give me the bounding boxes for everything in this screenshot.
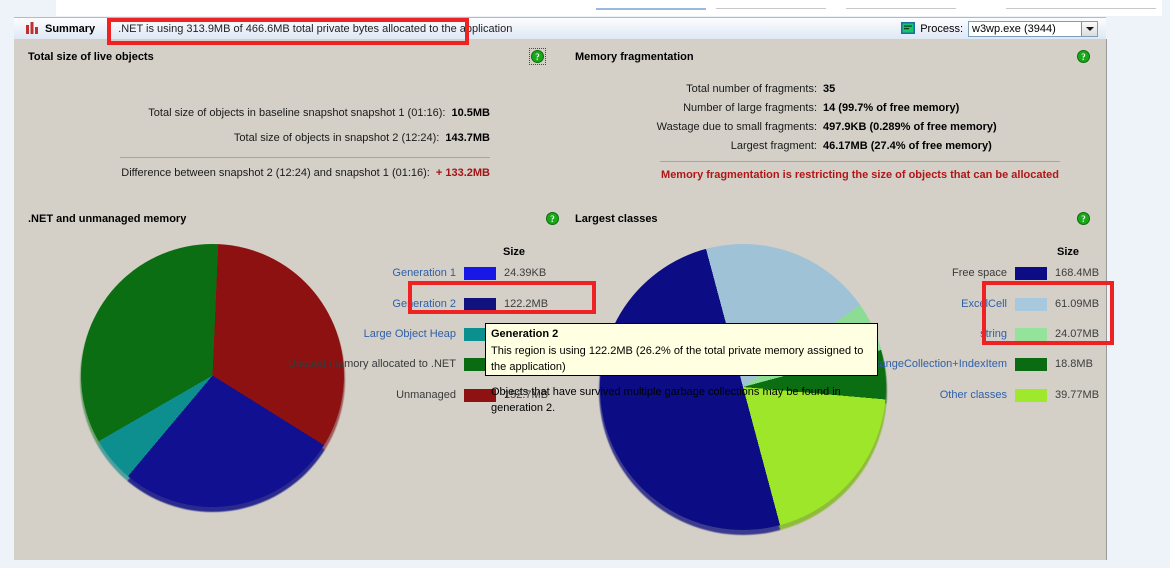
summary-content-panel: Total size of live objects Total size of… [14, 39, 1107, 560]
legend-label: Generation 1 [392, 267, 456, 279]
fragmentation-warning: Memory fragmentation is restricting the … [661, 169, 1059, 181]
frag-val-wastage: 497.9KB (0.289% of free memory) [823, 121, 997, 133]
tooltip-line-3: Objects that have survived multiple garb… [491, 385, 841, 414]
generation-2-tooltip: Generation 2 This region is using 122.2M… [485, 323, 878, 414]
frag-val-large-fragments: 14 (99.7% of free memory) [823, 102, 959, 114]
stat-value: 14 (99.7% of free memory) [823, 102, 960, 114]
stat-row-snapshot-2: Total size of objects in snapshot 2 (12:… [14, 132, 490, 144]
legend-label: Generation 2 [392, 298, 456, 310]
toolbar-item-selected[interactable] [596, 0, 706, 10]
legend-value: 61.09MB [1055, 298, 1100, 310]
help-icon-fragmentation-right[interactable]: ? [1077, 50, 1090, 63]
tooltip-line-2: This region is using 122.2MB (26.2% of t… [491, 344, 864, 373]
panel-title-live-objects: Total size of live objects [28, 51, 154, 63]
memory-profiler-summary-window: Summary .NET is using 313.9MB of 466.6MB… [0, 0, 1170, 568]
process-label: Process: [920, 23, 963, 35]
frag-row-total-fragments: Total number of fragments: [574, 83, 817, 95]
legend-label: Large Object Heap [363, 328, 456, 340]
frag-val-largest-fragment: 46.17MB (27.4% of free memory) [823, 140, 992, 152]
legend-swatch [1015, 388, 1047, 402]
process-dropdown[interactable]: w3wp.exe (3944) [968, 21, 1098, 37]
help-icon-dotnet-memory[interactable]: ? [546, 212, 559, 225]
live-objects-divider [120, 157, 490, 158]
legend-swatch [1015, 297, 1047, 311]
help-icon-largest-classes[interactable]: ? [1077, 212, 1090, 225]
panel-title-memory-fragmentation: Memory fragmentation [575, 51, 694, 63]
legend-value: 168.4MB [1055, 267, 1100, 279]
legend-item-excelcell[interactable]: ExcelCell 61.09MB [879, 297, 1109, 311]
summary-bar: Summary .NET is using 313.9MB of 466.6MB… [14, 17, 1106, 41]
summary-tab-label[interactable]: Summary [45, 23, 95, 35]
stat-value: 35 [823, 83, 836, 95]
frag-row-large-fragments: Number of large fragments: [574, 102, 817, 114]
dotnet-memory-pie-chart[interactable] [81, 244, 344, 507]
legend-label: string [980, 328, 1007, 340]
stat-label: Total number of fragments: [686, 83, 817, 95]
stat-label: Total size of objects in snapshot 2 (12:… [233, 132, 440, 144]
chevron-down-icon[interactable] [1081, 22, 1097, 36]
stat-label: Difference between snapshot 2 (12:24) an… [121, 167, 430, 179]
process-dropdown-value: w3wp.exe (3944) [972, 23, 1056, 35]
legend-value: 24.07MB [1055, 328, 1100, 340]
summary-status-text: .NET is using 313.9MB of 466.6MB total p… [118, 23, 513, 35]
legend-size-header: Size [503, 246, 526, 258]
summary-chart-icon [26, 21, 39, 37]
toolbar-item-2[interactable] [716, 0, 826, 9]
frag-row-wastage: Wastage due to small fragments: [574, 121, 817, 133]
frag-val-total-fragments: 35 [823, 83, 835, 95]
legend-swatch [464, 297, 496, 311]
legend-label: Unmanaged [396, 389, 456, 401]
stat-label: Largest fragment: [730, 140, 817, 152]
legend-item-generation-2[interactable]: Generation 2 122.2MB [328, 297, 558, 311]
legend-label: ExcelCell [961, 298, 1007, 310]
legend-label: Other classes [939, 389, 1007, 401]
svg-text:?: ? [535, 52, 540, 62]
top-toolbar-strip [56, 0, 1162, 16]
panel-title-dotnet-memory: .NET and unmanaged memory [28, 213, 187, 225]
legend-value: 24.39KB [504, 267, 547, 279]
legend-swatch [1015, 357, 1047, 371]
fragmentation-divider [660, 161, 1060, 162]
help-icon-memory-fragmentation[interactable]: ? [529, 48, 546, 65]
stat-value: 46.17MB (27.4% of free memory) [823, 140, 992, 152]
legend-label: Unused memory allocated to .NET [287, 358, 456, 370]
legend-item-free-space[interactable]: Free space 168.4MB [879, 266, 1109, 280]
frag-row-largest-fragment: Largest fragment: [574, 140, 817, 152]
legend-size-header: Size [1057, 246, 1080, 258]
stat-value: 143.7MB [445, 132, 490, 144]
legend-swatch [464, 266, 496, 280]
svg-text:?: ? [550, 214, 555, 224]
stat-row-baseline-snapshot: Total size of objects in baseline snapsh… [14, 107, 490, 119]
legend-item-other-classes[interactable]: Other classes 39.77MB [879, 388, 1109, 402]
legend-value: 122.2MB [504, 298, 549, 310]
process-icon [901, 21, 916, 37]
legend-swatch [1015, 327, 1047, 341]
svg-text:?: ? [1081, 52, 1086, 62]
stat-row-difference: Difference between snapshot 2 (12:24) an… [14, 167, 490, 179]
stat-label: Number of large fragments: [683, 102, 817, 114]
toolbar-item-3[interactable] [846, 0, 956, 9]
toolbar-item-4[interactable] [1006, 0, 1156, 9]
stat-value: + 133.2MB [435, 167, 490, 179]
svg-text:?: ? [1081, 214, 1086, 224]
right-page-margin [1106, 0, 1170, 568]
legend-label: Free space [951, 267, 1007, 279]
stat-value: 497.9KB (0.289% of free memory) [823, 121, 997, 133]
legend-swatch [1015, 266, 1047, 280]
panel-title-largest-classes: Largest classes [575, 213, 658, 225]
stat-value: 10.5MB [451, 107, 490, 119]
summary-bar-divider [107, 21, 109, 37]
legend-value: 18.8MB [1055, 358, 1093, 370]
legend-value: 39.77MB [1055, 389, 1100, 401]
tooltip-title: Generation 2 [491, 328, 559, 340]
stat-label: Wastage due to small fragments: [656, 121, 817, 133]
process-selector-group: Process: w3wp.exe (3944) [901, 21, 1098, 37]
legend-item-string[interactable]: string 24.07MB [879, 327, 1109, 341]
stat-label: Total size of objects in baseline snapsh… [148, 107, 446, 119]
legend-item-generation-1[interactable]: Generation 1 24.39KB [328, 266, 558, 280]
